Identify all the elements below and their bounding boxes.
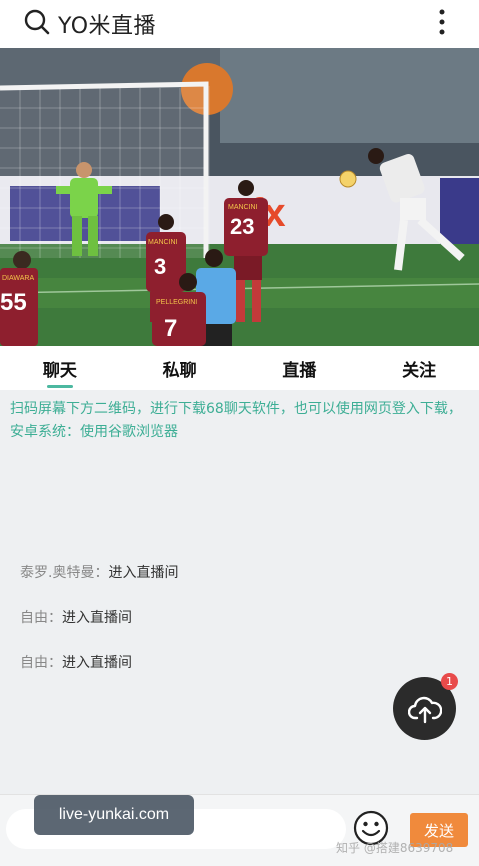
chat-message: 自由：进入直播间 — [20, 607, 132, 627]
message-text: 进入直播间 — [108, 565, 179, 581]
active-tab-indicator — [46, 385, 73, 388]
tab-private-chat[interactable]: 私聊 — [120, 346, 240, 390]
tab-follow[interactable]: 关注 — [359, 346, 479, 390]
message-text: 进入直播间 — [62, 655, 132, 671]
live-video-player[interactable]: fx — [0, 48, 479, 346]
watermark-zhihu: 知乎 @搭建8639708 — [336, 841, 454, 855]
message-text: 进入直播间 — [62, 610, 132, 626]
tab-label: 聊天 — [42, 360, 77, 381]
chat-panel: 扫码屏幕下方二维码，进行下载68聊天软件，也可以使用网页登入下载，安卓系统：使用… — [0, 390, 479, 794]
chat-input-bar: live-yunkai.com 发送 知乎 @搭建8639708 — [0, 794, 479, 866]
chat-message: 泰罗.奥特曼：进入直播间 — [20, 562, 178, 582]
shirt-name: PELLEGRINI — [156, 299, 197, 306]
search-icon[interactable] — [24, 9, 50, 35]
video-frame: fx — [0, 48, 479, 346]
app-title: YO米直播 — [58, 14, 157, 39]
tab-bar: 聊天 私聊 直播 关注 — [0, 346, 479, 390]
watermark-url: live-yunkai.com — [34, 795, 194, 835]
shirt-name: MANCINI — [148, 239, 178, 246]
message-separator: ： — [48, 610, 62, 626]
shirt-number: 7 — [164, 315, 177, 342]
tab-live[interactable]: 直播 — [240, 346, 360, 390]
tab-label: 直播 — [282, 360, 317, 381]
message-user: 泰罗.奥特曼 — [20, 565, 95, 581]
shirt-name: MANCINI — [228, 204, 258, 211]
message-separator: ： — [94, 565, 109, 581]
shirt-number: 23 — [230, 214, 254, 239]
shirt-number: 3 — [154, 254, 166, 279]
chat-message: 自由：进入直播间 — [20, 652, 132, 672]
message-separator: ： — [48, 655, 62, 671]
shirt-number: 55 — [0, 289, 27, 316]
message-user: 自由 — [20, 655, 48, 671]
more-vertical-icon[interactable] — [434, 8, 450, 36]
cloud-upload-icon — [407, 696, 442, 723]
message-user: 自由 — [20, 610, 48, 626]
app-header: YO米直播 — [0, 0, 479, 48]
download-notice: 扫码屏幕下方二维码，进行下载68聊天软件，也可以使用网页登入下载，安卓系统：使用… — [10, 401, 462, 440]
tab-chat[interactable]: 聊天 — [0, 346, 120, 390]
shirt-name: DIAWARA — [2, 275, 34, 282]
tab-label: 私聊 — [162, 360, 197, 381]
tab-label: 关注 — [402, 360, 437, 381]
notification-badge: 1 — [441, 673, 458, 690]
